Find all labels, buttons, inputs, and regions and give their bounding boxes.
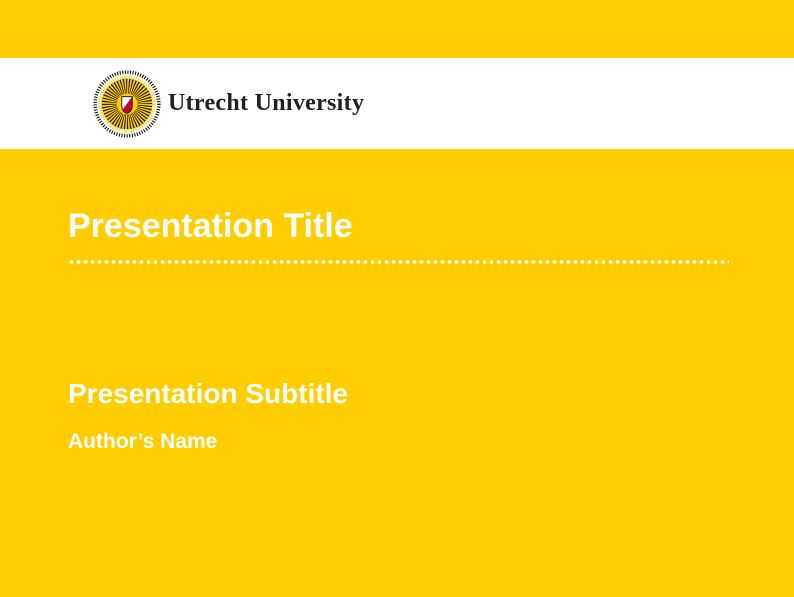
logo-band: Utrecht University — [0, 58, 794, 149]
presentation-title-slide: Utrecht University Presentation Title Pr… — [0, 0, 794, 597]
presentation-title: Presentation Title — [68, 209, 353, 243]
university-wordmark: Utrecht University — [168, 90, 364, 117]
dotted-divider — [68, 259, 729, 265]
university-logo: Utrecht University — [92, 69, 364, 139]
author-name: Author’s Name — [68, 431, 217, 452]
top-yellow-band — [0, 0, 794, 58]
presentation-subtitle: Presentation Subtitle — [68, 380, 348, 408]
university-sun-emblem-icon — [92, 69, 162, 139]
